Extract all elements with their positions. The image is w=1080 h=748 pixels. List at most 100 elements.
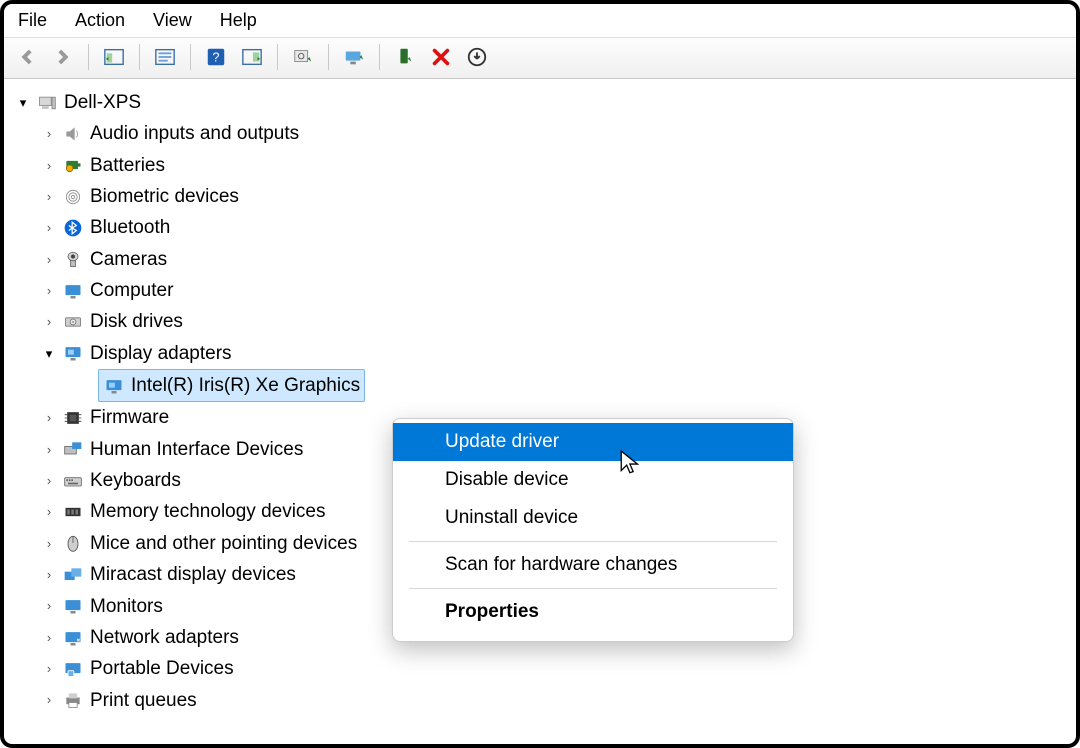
portable-device-icon [62, 658, 84, 680]
chevron-right-icon[interactable]: › [42, 123, 56, 144]
tree-node-audio[interactable]: › Audio inputs and outputs [42, 118, 1076, 149]
toolbar-separator [379, 44, 380, 70]
tree-node-display-adapters[interactable]: ▾ Display adapters [42, 338, 1076, 369]
ctx-properties[interactable]: Properties [393, 593, 793, 631]
chevron-right-icon[interactable]: › [42, 595, 56, 616]
monitor-icon [62, 280, 84, 302]
menu-view[interactable]: View [153, 10, 192, 31]
menu-help[interactable]: Help [220, 10, 257, 31]
disk-icon [62, 311, 84, 333]
tree-root[interactable]: ▾ Dell-XPS [16, 87, 1076, 118]
computer-icon [36, 92, 58, 114]
fingerprint-icon [62, 186, 84, 208]
tree-node-label: Human Interface Devices [90, 434, 303, 465]
tree-node-label: Miracast display devices [90, 559, 296, 590]
ctx-separator [409, 541, 777, 542]
toolbar-separator [88, 44, 89, 70]
chevron-right-icon[interactable]: › [42, 501, 56, 522]
forward-button[interactable] [48, 42, 78, 72]
hid-icon [62, 438, 84, 460]
miracast-icon [62, 564, 84, 586]
cursor-icon [620, 450, 642, 481]
menu-file[interactable]: File [18, 10, 47, 31]
tree-node-cameras[interactable]: › Cameras [42, 244, 1076, 275]
tree-node-bluetooth[interactable]: › Bluetooth [42, 212, 1076, 243]
tree-node-computer[interactable]: › Computer [42, 275, 1076, 306]
chip-icon [62, 407, 84, 429]
back-button[interactable] [12, 42, 42, 72]
display-adapter-icon [103, 375, 125, 397]
tree-node-label: Biometric devices [90, 181, 239, 212]
tree-node-label: Portable Devices [90, 653, 234, 684]
tree-node-label: Disk drives [90, 306, 183, 337]
tree-node-label: Audio inputs and outputs [90, 118, 299, 149]
menu-bar: File Action View Help [4, 4, 1076, 37]
action-pane-button[interactable] [237, 42, 267, 72]
chevron-right-icon[interactable]: › [42, 439, 56, 460]
ctx-scan-hardware[interactable]: Scan for hardware changes [393, 546, 793, 584]
ctx-uninstall-device[interactable]: Uninstall device [393, 499, 793, 537]
chevron-right-icon[interactable]: › [42, 533, 56, 554]
tree-node-biometric[interactable]: › Biometric devices [42, 181, 1076, 212]
chevron-down-icon[interactable]: ▾ [16, 92, 30, 113]
scan-hardware-button[interactable] [288, 42, 318, 72]
chevron-right-icon[interactable]: › [42, 186, 56, 207]
tree-node-label: Display adapters [90, 338, 232, 369]
tree-node-label: Network adapters [90, 622, 239, 653]
toolbar-separator [328, 44, 329, 70]
tree-node-label: Batteries [90, 150, 165, 181]
display-adapter-icon [62, 342, 84, 364]
tree-node-label: Keyboards [90, 465, 181, 496]
camera-icon [62, 248, 84, 270]
show-hide-tree-button[interactable] [99, 42, 129, 72]
tree-root-label: Dell-XPS [64, 87, 141, 118]
printer-icon [62, 689, 84, 711]
ctx-separator [409, 588, 777, 589]
chevron-down-icon[interactable]: ▾ [42, 343, 56, 364]
chevron-right-icon[interactable]: › [42, 311, 56, 332]
network-icon [62, 627, 84, 649]
properties-button[interactable] [150, 42, 180, 72]
toolbar-separator [139, 44, 140, 70]
monitor-icon [62, 595, 84, 617]
toolbar: ? [4, 37, 1076, 79]
enable-device-button[interactable] [390, 42, 420, 72]
chevron-right-icon[interactable]: › [42, 658, 56, 679]
battery-icon [62, 154, 84, 176]
tree-leaf-intel-iris[interactable]: Intel(R) Iris(R) Xe Graphics [98, 369, 1076, 402]
tree-leaf-label: Intel(R) Iris(R) Xe Graphics [131, 370, 360, 401]
add-legacy-hardware-button[interactable] [462, 42, 492, 72]
ctx-disable-device[interactable]: Disable device [393, 461, 793, 499]
chevron-right-icon[interactable]: › [42, 155, 56, 176]
tree-node-label: Print queues [90, 685, 197, 716]
chevron-right-icon[interactable]: › [42, 407, 56, 428]
chevron-right-icon[interactable]: › [42, 470, 56, 491]
chevron-right-icon[interactable]: › [42, 689, 56, 710]
svg-text:?: ? [212, 50, 219, 65]
tree-node-label: Computer [90, 275, 173, 306]
speaker-icon [62, 123, 84, 145]
chevron-right-icon[interactable]: › [42, 249, 56, 270]
mouse-icon [62, 532, 84, 554]
tree-node-label: Monitors [90, 591, 163, 622]
toolbar-separator [190, 44, 191, 70]
uninstall-device-button[interactable] [426, 42, 456, 72]
tree-node-label: Cameras [90, 244, 167, 275]
context-menu: Update driver Disable device Uninstall d… [392, 418, 794, 642]
chevron-right-icon[interactable]: › [42, 217, 56, 238]
tree-node-label: Firmware [90, 402, 169, 433]
chevron-right-icon[interactable]: › [42, 627, 56, 648]
ctx-update-driver[interactable]: Update driver [393, 423, 793, 461]
tree-node-batteries[interactable]: › Batteries [42, 150, 1076, 181]
tree-node-disk-drives[interactable]: › Disk drives [42, 306, 1076, 337]
memory-icon [62, 501, 84, 523]
tree-node-print-queues[interactable]: › Print queues [42, 685, 1076, 716]
update-driver-button[interactable] [339, 42, 369, 72]
help-button[interactable]: ? [201, 42, 231, 72]
menu-action[interactable]: Action [75, 10, 125, 31]
chevron-right-icon[interactable]: › [42, 280, 56, 301]
tree-node-portable[interactable]: › Portable Devices [42, 653, 1076, 684]
chevron-right-icon[interactable]: › [42, 564, 56, 585]
tree-node-label: Memory technology devices [90, 496, 326, 527]
keyboard-icon [62, 470, 84, 492]
